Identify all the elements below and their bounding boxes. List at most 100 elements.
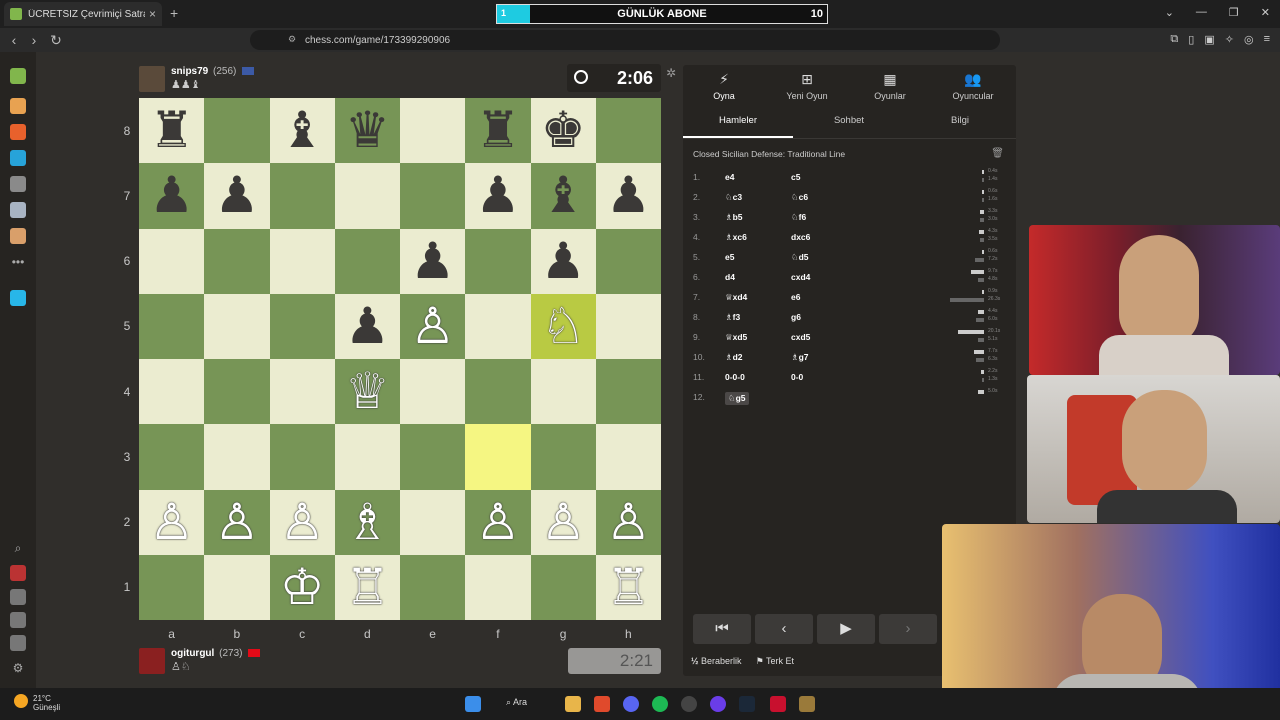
black-move[interactable]: ♗g7 <box>791 352 809 363</box>
black-move[interactable]: cxd4 <box>791 272 810 282</box>
extension-icon[interactable]: ⧉ <box>1170 33 1178 46</box>
black-move[interactable]: c5 <box>791 172 800 182</box>
piece-f8[interactable]: ♜ <box>465 98 530 163</box>
file-explorer-icon[interactable] <box>565 696 581 712</box>
black-move[interactable]: g6 <box>791 312 801 322</box>
square-e2[interactable] <box>400 489 466 555</box>
white-move[interactable]: ♘g5 <box>725 392 749 405</box>
square-c6[interactable] <box>269 228 335 294</box>
square-h5[interactable] <box>595 293 661 359</box>
square-c7[interactable] <box>269 163 335 229</box>
square-d6[interactable] <box>334 228 400 294</box>
spotify-icon[interactable] <box>652 696 668 712</box>
board-settings-icon[interactable]: ✲ <box>666 66 676 80</box>
messages-icon[interactable] <box>10 612 26 628</box>
square-a3[interactable] <box>139 424 205 490</box>
tab-play[interactable]: ⚡ Oyna <box>683 71 765 101</box>
vpn-icon[interactable]: ◎ <box>1244 33 1254 46</box>
square-d3[interactable] <box>334 424 400 490</box>
piece-d2[interactable]: ♗ <box>335 490 400 555</box>
leo-icon[interactable]: ✧ <box>1225 33 1234 46</box>
piece-f7[interactable]: ♟ <box>465 163 530 228</box>
square-b8[interactable] <box>204 98 270 164</box>
new-tab-button[interactable]: + <box>170 5 178 21</box>
square-a4[interactable] <box>139 359 205 425</box>
square-f3[interactable] <box>465 424 531 490</box>
square-f4[interactable] <box>465 359 531 425</box>
tab-games[interactable]: ▦ Oyunlar <box>849 71 931 101</box>
piece-h7[interactable]: ♟ <box>596 163 661 228</box>
site-info-icon[interactable]: ⚙ <box>288 34 296 45</box>
piece-g8[interactable]: ♚ <box>531 98 596 163</box>
piece-g7[interactable]: ♝ <box>531 163 596 228</box>
wallet-icon[interactable]: ▣ <box>1204 33 1214 46</box>
square-c3[interactable] <box>269 424 335 490</box>
square-g4[interactable] <box>530 359 596 425</box>
white-move[interactable]: ♗f3 <box>725 312 740 323</box>
white-move[interactable]: ♕xd4 <box>725 292 747 303</box>
reload-button[interactable]: ↻ <box>46 32 66 49</box>
back-button[interactable]: ‹ <box>4 32 24 48</box>
piece-c1[interactable]: ♔ <box>270 555 335 620</box>
maximize-icon[interactable]: ❐ <box>1229 6 1239 19</box>
square-a5[interactable] <box>139 293 205 359</box>
square-e7[interactable] <box>400 163 466 229</box>
piece-h2[interactable]: ♙ <box>596 490 661 555</box>
first-move-button[interactable]: ⏮ <box>693 614 751 644</box>
white-move[interactable]: ♗d2 <box>725 352 743 363</box>
profile-avatar-icon[interactable] <box>10 565 26 581</box>
white-move[interactable]: e5 <box>725 252 734 262</box>
obs-icon[interactable] <box>710 696 726 712</box>
last-move-button[interactable]: › <box>879 614 937 644</box>
square-f5[interactable] <box>465 293 531 359</box>
discord-icon[interactable] <box>623 696 639 712</box>
square-b5[interactable] <box>204 293 270 359</box>
piece-d4[interactable]: ♕ <box>335 359 400 424</box>
white-move[interactable]: d4 <box>725 272 735 282</box>
close-tab-icon[interactable]: × <box>149 7 156 21</box>
next-move-button[interactable]: ▶ <box>817 614 875 644</box>
square-b3[interactable] <box>204 424 270 490</box>
tab-info[interactable]: Bilgi <box>905 115 1015 126</box>
menu-icon[interactable]: ≡ <box>1264 33 1270 46</box>
piece-a2[interactable]: ♙ <box>139 490 204 555</box>
minimize-icon[interactable]: — <box>1196 6 1207 19</box>
piece-d1[interactable]: ♖ <box>335 555 400 620</box>
white-move[interactable]: ♘c3 <box>725 192 742 203</box>
square-a1[interactable] <box>139 554 205 620</box>
piece-c8[interactable]: ♝ <box>270 98 335 163</box>
square-h4[interactable] <box>595 359 661 425</box>
black-move[interactable]: ♘f6 <box>791 212 806 223</box>
steam-icon[interactable] <box>739 696 755 712</box>
top-player-avatar[interactable] <box>139 66 165 92</box>
draw-button[interactable]: ½ Beraberlik <box>691 656 742 667</box>
diamond-icon[interactable] <box>10 290 26 306</box>
piece-g2[interactable]: ♙ <box>531 490 596 555</box>
bottom-player-name[interactable]: ogiturgul <box>171 648 214 659</box>
piece-a8[interactable]: ♜ <box>139 98 204 163</box>
bottom-player-avatar[interactable] <box>139 648 165 674</box>
square-f6[interactable] <box>465 228 531 294</box>
news-icon[interactable] <box>10 202 26 218</box>
tab-new-game[interactable]: ⊞ Yeni Oyun <box>766 71 848 101</box>
play-icon[interactable] <box>10 98 26 114</box>
piece-d8[interactable]: ♛ <box>335 98 400 163</box>
resign-button[interactable]: ⚑ Terk Et <box>756 656 794 667</box>
white-move[interactable]: ♗b5 <box>725 212 743 223</box>
square-b6[interactable] <box>204 228 270 294</box>
square-e1[interactable] <box>400 554 466 620</box>
watch-icon[interactable] <box>10 176 26 192</box>
pawn-logo-icon[interactable] <box>10 68 26 84</box>
app-icon[interactable] <box>681 696 697 712</box>
square-a6[interactable] <box>139 228 205 294</box>
close-window-icon[interactable]: ✕ <box>1261 6 1270 19</box>
square-h8[interactable] <box>595 98 661 164</box>
black-move[interactable]: e6 <box>791 292 800 302</box>
black-move[interactable]: dxc6 <box>791 232 810 242</box>
social-icon[interactable] <box>10 228 26 244</box>
square-d7[interactable] <box>334 163 400 229</box>
piece-e5[interactable]: ♙ <box>400 294 465 359</box>
taskbar-search[interactable]: ⌕ Ara <box>506 697 527 708</box>
white-move[interactable]: e4 <box>725 172 734 182</box>
tab-moves[interactable]: Hamleler <box>683 115 793 126</box>
